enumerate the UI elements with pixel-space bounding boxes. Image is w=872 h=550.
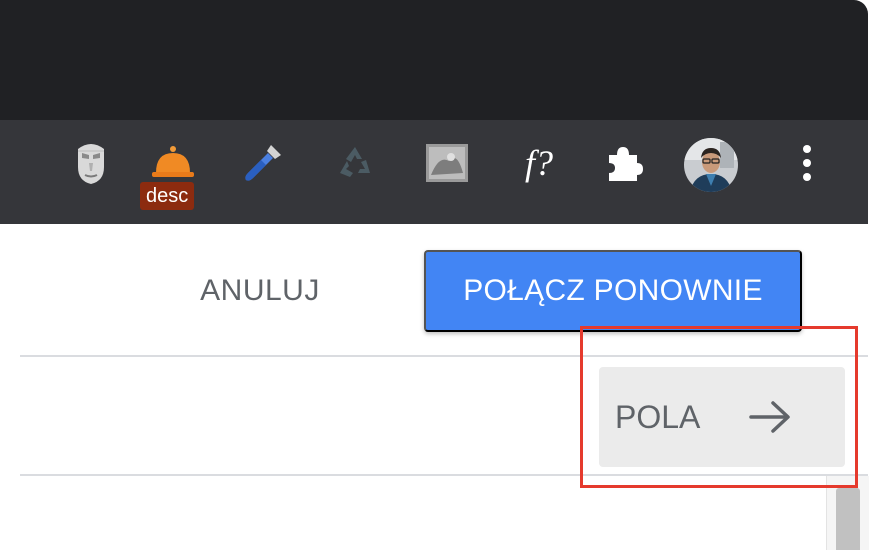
eyedropper-icon[interactable] — [240, 140, 286, 186]
puzzle-icon[interactable] — [600, 140, 646, 186]
face-mask-icon[interactable] — [68, 140, 114, 186]
fields-label: POLA — [615, 398, 701, 435]
browser-titlebar — [0, 0, 868, 120]
cancel-button[interactable]: ANULUJ — [170, 262, 350, 320]
recycle-icon[interactable] — [332, 140, 378, 186]
screen: desc f? ANULUJ POŁĄCZ PONOWNIE POLA — [0, 0, 872, 550]
scrollbar-thumb[interactable] — [836, 488, 860, 550]
reconnect-button[interactable]: POŁĄCZ PONOWNIE — [424, 250, 802, 332]
bell-icon[interactable] — [150, 140, 196, 186]
photo-thumbnail-icon[interactable] — [424, 140, 470, 186]
divider — [20, 355, 868, 357]
arrow-right-icon — [749, 401, 790, 433]
fq-icon[interactable]: f? — [514, 140, 564, 186]
avatar-icon[interactable] — [684, 138, 738, 192]
kebab-menu-icon[interactable] — [784, 140, 830, 186]
divider — [20, 474, 868, 476]
fields-button[interactable]: POLA — [599, 367, 845, 467]
extension-badge: desc — [140, 182, 195, 210]
